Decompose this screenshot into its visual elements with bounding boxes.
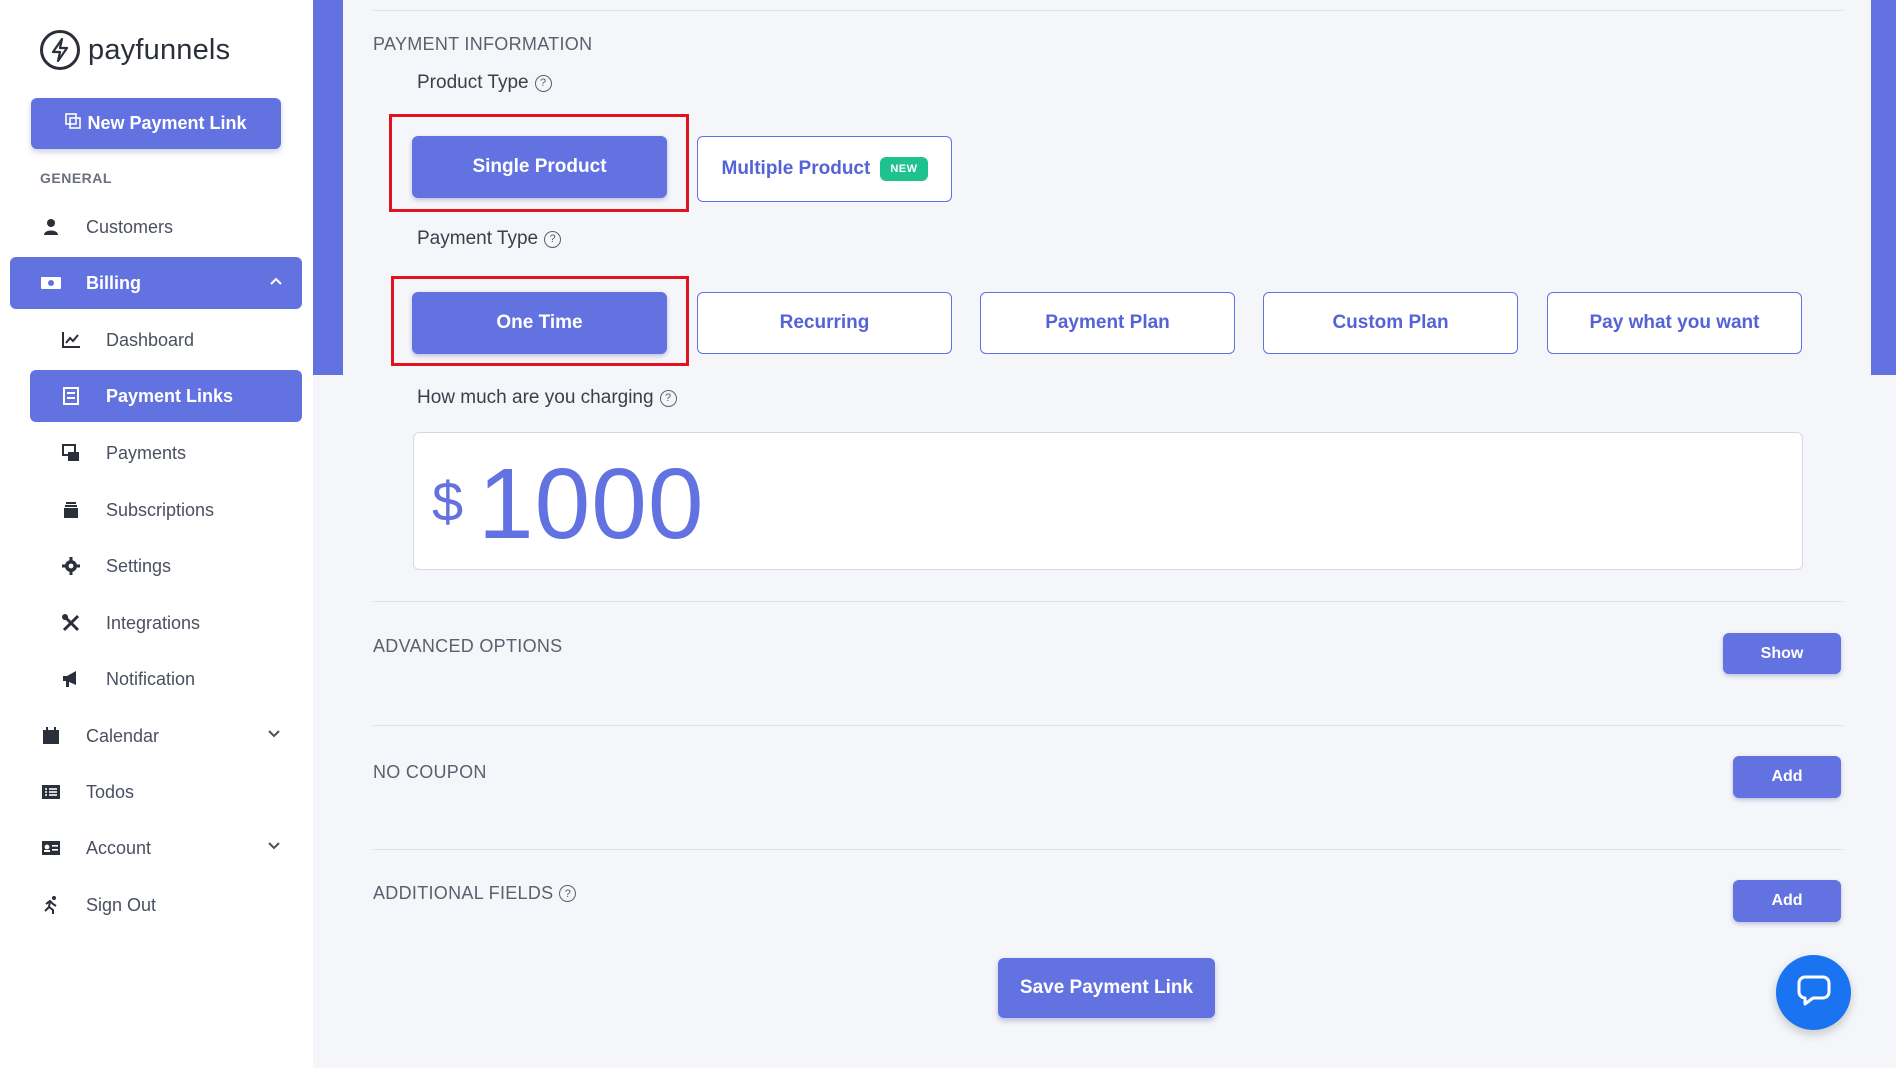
tools-icon [60,612,82,634]
show-advanced-button[interactable]: Show [1723,633,1841,674]
payment-link-form: PAYMENT INFORMATION Product Type ? Singl… [343,0,1871,1068]
header-band-right [1871,0,1896,375]
one-time-button[interactable]: One Time [412,292,667,354]
one-time-label: One Time [496,312,583,333]
user-icon [40,216,62,238]
sidebar-item-label: Payments [106,442,187,463]
list-icon [40,781,62,803]
sidebar-item-dashboard[interactable]: Dashboard [60,314,300,366]
payment-information-title: PAYMENT INFORMATION [373,34,593,54]
id-card-icon [40,837,62,859]
divider [373,725,1843,726]
product-type-label: Product Type ? [417,72,552,94]
sidebar-item-account[interactable]: Account [40,822,300,874]
sidebar-item-integrations[interactable]: Integrations [60,597,300,649]
running-icon [40,894,62,916]
sidebar-item-label: Customers [86,216,174,237]
sidebar-item-label: Sign Out [86,894,157,915]
section-general-label: GENERAL [40,170,112,186]
link-list-icon [60,385,82,407]
sidebar-item-customers[interactable]: Customers [40,201,300,253]
add-field-button[interactable]: Add [1733,880,1841,922]
recurring-label: Recurring [779,312,870,333]
sidebar-item-label: Account [86,837,152,858]
sidebar-item-payments[interactable]: Payments [60,427,300,479]
sidebar-item-label: Billing [86,272,141,293]
sidebar-item-label: Todos [86,781,135,802]
money-icon [40,272,62,294]
sidebar-item-label: Dashboard [106,329,195,350]
custom-plan-label: Custom Plan [1332,312,1449,333]
additional-fields-title: ADDITIONAL FIELDS ? [373,883,577,904]
chevron-up-icon [268,273,284,294]
sidebar-item-billing[interactable]: Billing [10,257,302,309]
logo-text: payfunnels [88,33,231,66]
single-product-button[interactable]: Single Product [412,136,667,198]
sidebar-item-label: Subscriptions [106,499,215,520]
chart-icon [60,329,82,351]
additional-fields-text: ADDITIONAL FIELDS [373,883,554,903]
add-coupon-button[interactable]: Add [1733,756,1841,798]
advanced-options-title: ADVANCED OPTIONS [373,636,563,656]
calendar-icon [40,725,62,747]
sidebar-item-calendar[interactable]: Calendar [40,710,300,762]
multiple-product-label: Multiple Product [721,158,871,179]
product-type-label-text: Product Type [417,72,529,93]
save-payment-link-button[interactable]: Save Payment Link [998,958,1215,1018]
lightning-icon [40,30,80,70]
charge-label-text: How much are you charging [417,387,654,408]
sidebar-item-notification[interactable]: Notification [60,653,300,705]
subscriptions-icon [60,499,82,521]
payment-type-label-text: Payment Type [417,228,539,249]
recurring-button[interactable]: Recurring [697,292,952,354]
sidebar-item-settings[interactable]: Settings [60,540,300,592]
sidebar-item-sign-out[interactable]: Sign Out [40,879,300,931]
help-icon[interactable]: ? [659,389,677,407]
sidebar-item-payment-links[interactable]: Payment Links [30,370,302,422]
help-icon[interactable]: ? [534,74,552,92]
payment-plan-label: Payment Plan [1045,312,1170,333]
sidebar-item-label: Settings [106,555,172,576]
sidebar-item-label: Integrations [106,612,201,633]
custom-plan-button[interactable]: Custom Plan [1263,292,1518,354]
sidebar-item-todos[interactable]: Todos [40,766,300,818]
payment-plan-button[interactable]: Payment Plan [980,292,1235,354]
new-window-icon [65,113,82,134]
single-product-label: Single Product [472,156,607,177]
payments-icon [60,442,82,464]
help-icon[interactable]: ? [559,885,577,902]
new-payment-link-button[interactable]: New Payment Link [31,98,281,149]
sidebar: payfunnels New Payment Link GENERAL Cust… [0,0,313,1068]
divider [373,849,1843,850]
chat-widget-button[interactable] [1776,955,1851,1030]
chat-bubble-icon [1797,974,1831,1011]
gear-icon [60,555,82,577]
payment-type-label: Payment Type ? [417,228,562,250]
pay-what-you-want-button[interactable]: Pay what you want [1547,292,1802,354]
divider [373,601,1843,602]
new-payment-link-label: New Payment Link [87,113,247,133]
chevron-down-icon [266,726,282,747]
sidebar-item-subscriptions[interactable]: Subscriptions [60,484,300,536]
megaphone-icon [60,668,82,690]
multiple-product-button[interactable]: Multiple Product NEW [697,136,952,202]
no-coupon-title: NO COUPON [373,762,487,782]
new-badge: NEW [880,157,928,181]
header-band-left [313,0,343,375]
amount-value: 1000 [478,448,705,560]
charge-label: How much are you charging ? [417,387,677,409]
sidebar-item-label: Payment Links [106,385,234,406]
sidebar-item-label: Calendar [86,725,160,746]
logo[interactable]: payfunnels [40,30,230,70]
amount-input[interactable]: $ 1000 [413,432,1803,570]
chevron-down-icon [266,838,282,859]
help-icon[interactable]: ? [544,230,562,248]
divider [373,10,1843,11]
currency-symbol: $ [432,470,464,533]
sidebar-item-label: Notification [106,668,196,689]
pay-what-you-want-label: Pay what you want [1589,312,1760,333]
